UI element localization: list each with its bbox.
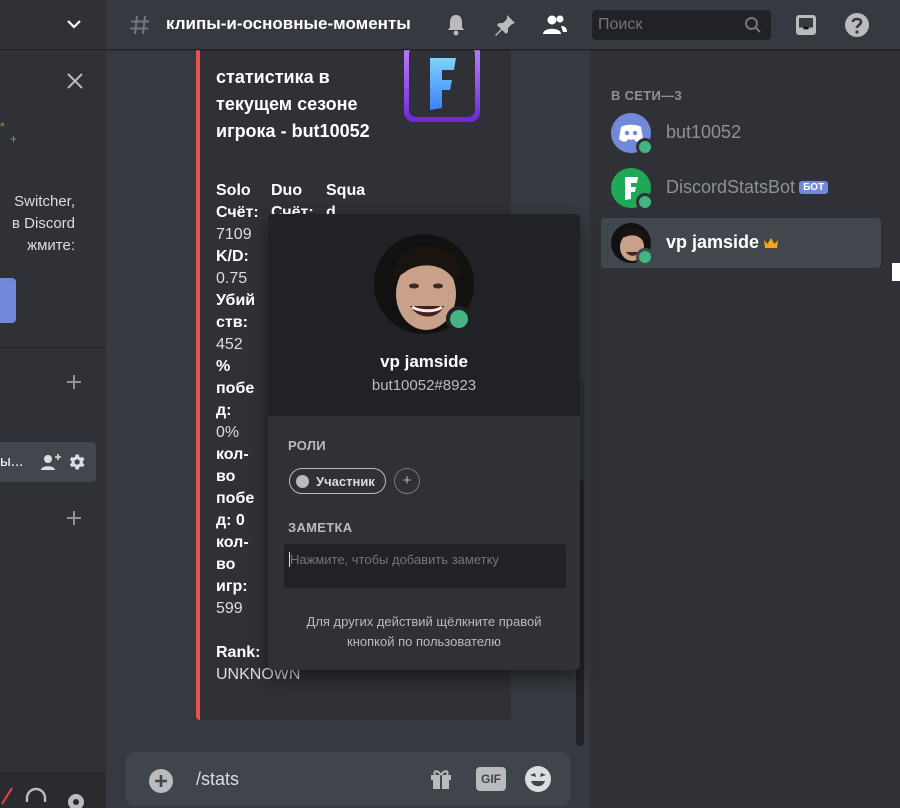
window-edge [892,263,900,281]
embed-title: статистика в текущем сезоне игрока - but… [216,67,370,141]
promo-text: Switcher, в Discord жмите: [0,191,106,257]
chevron-down-icon[interactable] [64,14,84,34]
close-icon[interactable] [64,70,86,92]
online-status-icon [636,193,654,211]
stat-line: кол- [216,534,249,551]
channel-label: ы... [0,453,24,470]
user-popout: vp jamside but10052#8923 РОЛИ Участник +… [268,214,580,670]
stat-line: K/D: [216,248,249,265]
inbox-icon[interactable] [794,13,818,37]
bot-badge: БОТ [799,181,829,194]
member-list: В СЕТИ—3 but10052 DiscordStatsBot БОТ vp … [590,50,900,808]
add-attachment-icon[interactable] [148,768,174,794]
note-placeholder: Нажмите, чтобы добавить заметку [289,552,499,567]
emoji-icon[interactable] [524,765,552,793]
stat-line: д: 0 [216,512,245,529]
roles-heading: РОЛИ [288,438,326,453]
online-status-icon [636,138,654,156]
stat-line: побе [216,380,255,397]
member-name: DiscordStatsBot БОТ [666,177,829,198]
mute-icon[interactable] [0,786,14,806]
rank-label: Rank: [216,644,261,661]
promo-button[interactable] [0,278,16,323]
plus-icon[interactable] [64,508,84,528]
stat-line: побе [216,490,255,507]
promo-line: Switcher, [14,193,75,210]
rank-value: UNKNOWN [216,666,301,683]
member-name: but10052 [666,122,742,142]
stat-line: 0% [216,424,240,441]
search-icon [745,17,761,33]
stat-line: 452 [216,336,243,353]
server-header[interactable] [0,0,106,50]
popout-footer: Для других действий щёлкните правой кноп… [306,614,542,649]
popout-tag: but10052#8923 [371,377,477,394]
search-placeholder: Поиск [598,16,643,33]
role-color-icon [296,475,309,488]
popout-username: vp jamside [380,352,468,371]
column-header: Solo [216,182,251,199]
bell-icon[interactable] [444,13,468,37]
sidebar-channel-selected[interactable]: ы... [0,442,96,482]
promo-line: в Discord [12,215,75,232]
promo-line: жмите: [27,237,75,254]
stat-line: Счёт: [216,204,259,221]
gift-icon[interactable] [428,765,454,791]
note-input[interactable]: Нажмите, чтобы добавить заметку [284,544,566,588]
column-header: Duo [271,182,303,199]
server-sidebar: ° + Switcher, в Discord жмите: ы... [0,0,106,808]
stat-line: 599 [216,600,243,617]
members-icon[interactable] [542,13,568,37]
stat-line: % [216,358,231,375]
role-pill[interactable]: Участник [289,468,386,494]
member-item[interactable]: but10052 [601,108,881,158]
invite-user-icon[interactable] [40,452,62,472]
gif-button[interactable]: GIF [476,767,506,791]
user-panel [0,772,106,808]
channel-header: клипы-и-основные-моменты Поиск [106,0,900,50]
stats-column-solo: Solo Счёт: 7109 K/D: 0.75 Убий ств: 452 … [216,180,301,686]
stat-line: Убий [216,292,256,309]
help-icon[interactable] [844,12,870,38]
crown-icon [764,238,779,248]
member-name-text: vp jamside [666,232,760,252]
stat-line: во [216,556,236,573]
hash-icon [130,15,149,35]
fortnite-logo-icon [404,50,480,122]
search-input[interactable]: Поиск [592,10,771,40]
online-status-icon [636,248,654,266]
member-name: vp jamside [666,232,779,253]
online-heading: В СЕТИ—3 [611,88,682,103]
plus-icon[interactable] [64,372,84,392]
gear-icon[interactable] [64,790,88,808]
stat-line: игр: [216,578,248,595]
popout-header: vp jamside but10052#8923 [268,214,580,416]
note-heading: ЗАМЕТКА [288,520,353,535]
popout-body: РОЛИ Участник + ЗАМЕТКА Нажмите, чтобы д… [268,416,580,670]
stat-line: д: [216,402,232,419]
member-item-selected[interactable]: vp jamside [601,218,881,268]
stat-line: ств: [216,314,248,331]
online-status-icon [446,306,472,332]
member-item[interactable]: DiscordStatsBot БОТ [601,163,881,213]
headset-icon[interactable] [24,786,48,808]
stat-line: во [216,468,236,485]
member-name-text: DiscordStatsBot [666,177,796,197]
channel-title: клипы-и-основные-моменты [166,14,411,33]
sparkle-icon: + [10,132,18,146]
add-role-button[interactable]: + [394,468,420,494]
message-input-text[interactable]: /stats [196,769,239,790]
message-input[interactable]: /stats GIF [126,752,570,806]
divider [0,347,106,348]
stat-line: кол- [216,446,249,463]
stat-line: 0.75 [216,270,248,287]
pin-icon[interactable] [493,13,517,37]
column-header: Squa [326,182,366,199]
role-name: Участник [316,474,375,489]
gear-icon[interactable] [68,453,86,471]
stat-line: 7109 [216,226,252,243]
sparkle-icon: ° [0,120,5,134]
